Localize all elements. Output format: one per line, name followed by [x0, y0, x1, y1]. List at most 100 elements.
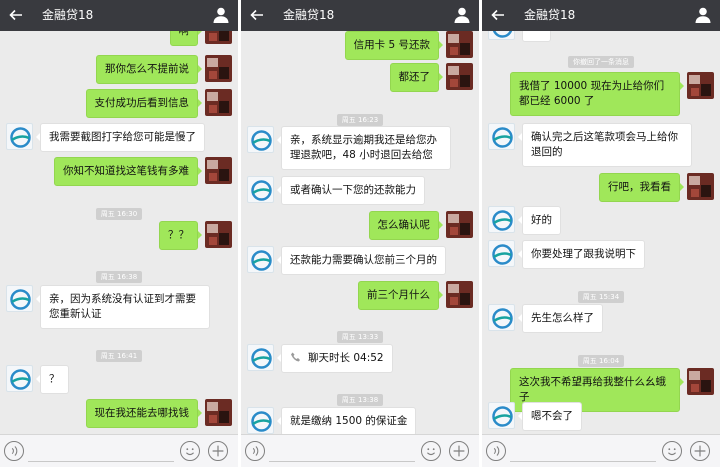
timestamp: 周五 13:38 [241, 387, 479, 406]
my-avatar [205, 399, 232, 426]
voice-icon[interactable] [4, 441, 24, 461]
user-icon[interactable] [212, 6, 230, 24]
contact-avatar [247, 246, 274, 273]
voice-icon[interactable] [486, 441, 506, 461]
my-avatar [205, 55, 232, 82]
my-message-bubble[interactable]: 我借了 10000 现在为止给你们都已经 6000 了 [510, 72, 684, 116]
contact-logo-icon [492, 31, 513, 38]
contact-message-bubble[interactable]: 嗯不会了 [518, 402, 582, 431]
call-record-bubble[interactable]: 聊天时长 04:52 [277, 344, 393, 373]
my-avatar [205, 89, 232, 116]
my-message-bubble[interactable]: 啊 [169, 31, 202, 46]
my-message-bubble[interactable]: 信用卡 5 号还款 [344, 31, 444, 60]
contact-avatar [488, 402, 515, 429]
plus-icon[interactable] [208, 441, 228, 461]
message-list: 信用卡 5 号还款 都还了 周五 16:23 亲，系统显示逾期我还是给您办理退款… [241, 31, 479, 434]
contact-message-bubble[interactable]: 还款能力需要确认您前三个月的 [277, 246, 446, 275]
contact-avatar [488, 123, 515, 150]
user-icon[interactable] [453, 6, 471, 24]
plus-icon[interactable] [690, 441, 710, 461]
contact-message-bubble[interactable]: 先生怎么样了 [518, 304, 603, 333]
timestamp: 周五 16:04 [482, 348, 720, 367]
message-input[interactable] [510, 441, 656, 462]
contact-message-bubble[interactable]: 亲，系统显示逾期我还是给您办理退款吧，48 小时退回去给您 [277, 126, 451, 170]
my-message-bubble[interactable]: 那你怎么不提前说 [96, 55, 202, 84]
input-bar [241, 434, 479, 467]
contact-logo-icon [10, 369, 31, 390]
recall-notice: 你撤回了一条消息 [482, 49, 720, 68]
contact-avatar [488, 31, 515, 40]
my-avatar [205, 31, 232, 44]
timestamp: 周五 16:30 [0, 201, 238, 220]
contact-avatar [488, 240, 515, 267]
my-message-bubble[interactable]: 行吧，我看看 [599, 173, 684, 202]
phone-icon [291, 352, 300, 362]
my-message-bubble[interactable]: 现在我还能去哪找钱 [85, 399, 202, 428]
my-avatar [687, 72, 714, 99]
my-avatar [446, 31, 473, 58]
plus-icon[interactable] [449, 441, 469, 461]
contact-logo-icon [251, 348, 272, 369]
contact-avatar [247, 126, 274, 153]
contact-logo-icon [492, 406, 513, 427]
message-input[interactable] [269, 441, 415, 462]
contact-message-bubble[interactable]: 确认完之后这笔款项会马上给你退回的 [518, 123, 692, 167]
arrow-left-icon[interactable] [249, 7, 265, 23]
message-input[interactable] [28, 441, 174, 462]
my-avatar [687, 368, 714, 395]
contact-message-bubble[interactable]: 你要处理了跟我说明下 [518, 240, 645, 269]
my-message-bubble[interactable]: 怎么确认呢 [368, 211, 443, 240]
chat-screen-1: 金融贷18 啊 那你怎么不提前说 支付成功后看到信息 我需要截图打字给您可能是慢… [0, 0, 238, 467]
my-avatar [446, 281, 473, 308]
chat-screen-2: 金融贷18 信用卡 5 号还款 都还了 周五 16:23 亲，系统显示逾期我还是… [241, 0, 479, 467]
contact-avatar [6, 285, 33, 312]
chat-title: 金融贷18 [524, 8, 576, 22]
timestamp: 周五 15:34 [482, 284, 720, 303]
my-message-bubble[interactable]: 前三个月什么 [358, 281, 443, 310]
input-bar [0, 434, 238, 467]
contact-avatar [6, 123, 33, 150]
message-list: … 你撤回了一条消息 我借了 10000 现在为止给你们都已经 6000 了 确… [482, 31, 720, 434]
contact-message-bubble[interactable]: ？ [36, 365, 69, 394]
contact-avatar [488, 304, 515, 331]
timestamp: 周五 13:33 [241, 324, 479, 343]
chat-header: 金融贷18 [0, 0, 238, 31]
my-message-bubble[interactable]: 支付成功后看到信息 [85, 89, 202, 118]
chat-header: 金融贷18 [241, 0, 479, 31]
my-avatar [687, 173, 714, 200]
timestamp: 周五 16:38 [0, 264, 238, 283]
emoji-icon[interactable] [421, 441, 441, 461]
call-duration: 聊天时长 04:52 [308, 352, 384, 364]
contact-avatar [247, 176, 274, 203]
contact-message-bubble[interactable]: 或者确认一下您的还款能力 [277, 176, 425, 205]
contact-logo-icon [251, 130, 272, 151]
contact-avatar [247, 407, 274, 434]
arrow-left-icon[interactable] [490, 7, 506, 23]
timestamp: 周五 16:41 [0, 343, 238, 362]
contact-message-bubble[interactable]: … [522, 31, 551, 42]
voice-icon[interactable] [245, 441, 265, 461]
contact-message-bubble[interactable]: 好的 [518, 206, 561, 235]
contact-message-bubble[interactable]: 就是缴纳 1500 的保证金 [276, 407, 417, 434]
my-message-bubble[interactable]: ？？ [159, 221, 202, 250]
emoji-icon[interactable] [662, 441, 682, 461]
contact-avatar [488, 206, 515, 233]
user-icon[interactable] [694, 6, 712, 24]
contact-message-bubble[interactable]: 亲，因为系统没有认证到才需要您重新认证 [36, 285, 210, 329]
contact-logo-icon [492, 308, 513, 329]
contact-message-bubble[interactable]: 我需要截图打字给您可能是慢了 [36, 123, 205, 152]
contact-logo-icon [492, 127, 513, 148]
my-message-bubble[interactable]: 你知不知道找这笔钱有多难 [54, 157, 202, 186]
contact-logo-icon [251, 180, 272, 201]
chat-screen-3: 金融贷18 … 你撤回了一条消息 我借了 10000 现在为止给你们都已经 60… [482, 0, 720, 467]
my-avatar [446, 211, 473, 238]
chat-title: 金融贷18 [42, 8, 94, 22]
arrow-left-icon[interactable] [8, 7, 24, 23]
contact-logo-icon [492, 244, 513, 265]
contact-logo-icon [251, 250, 272, 271]
contact-logo-icon [10, 289, 31, 310]
emoji-icon[interactable] [180, 441, 200, 461]
timestamp: 周五 16:23 [241, 107, 479, 126]
contact-avatar [247, 344, 274, 371]
my-message-bubble[interactable]: 都还了 [389, 63, 443, 92]
